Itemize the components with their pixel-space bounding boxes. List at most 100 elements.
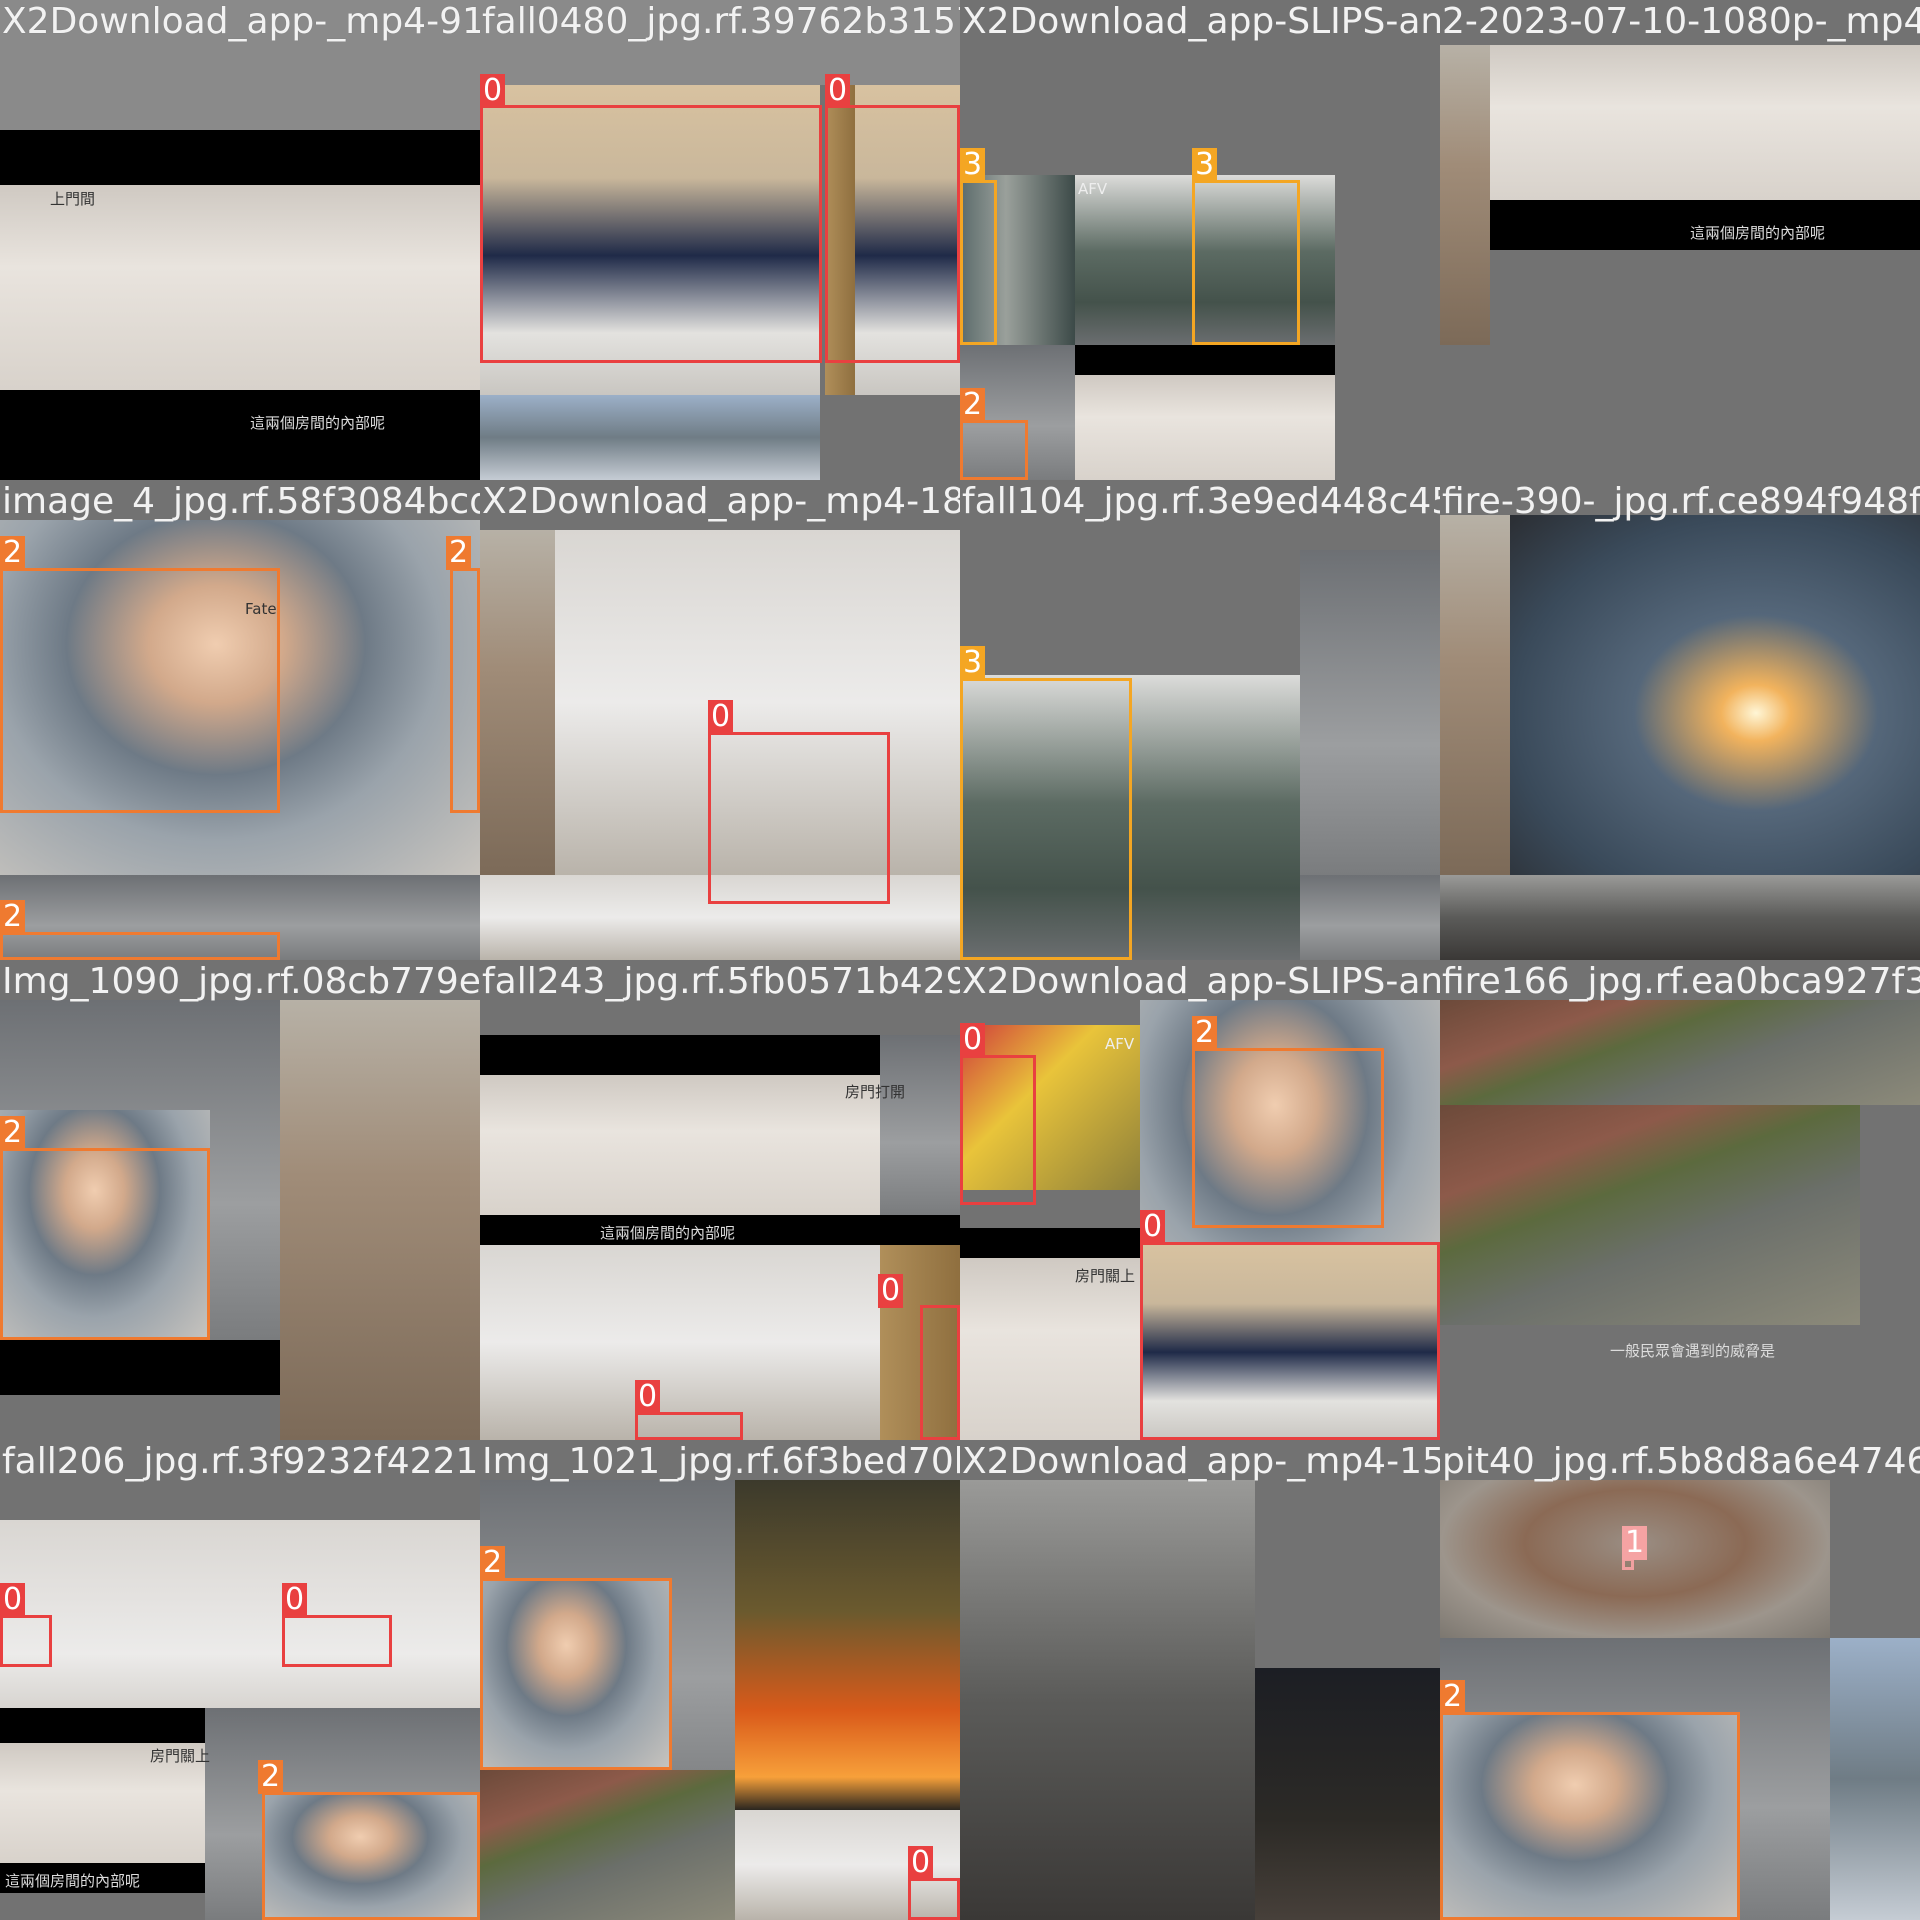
tile-title: X2Download_app-_mp4-91_jpg.rf.1b6ec79: [2, 1, 480, 42]
tile-0: X2Download_app-_mp4-91_jpg.rf.1b6ec79 這兩…: [0, 0, 480, 480]
subtitle-caption: 這兩個房間的內部呢: [1690, 224, 1826, 242]
bbox-label: 0: [908, 1846, 934, 1880]
subtitle-caption: 一般民眾會遇到的威脅是: [1610, 1342, 1776, 1360]
bbox-class-0: [908, 1878, 960, 1920]
bbox-class-0: [920, 1305, 960, 1440]
bbox-class-0: [480, 105, 822, 363]
bbox-class-0: [960, 1055, 1036, 1205]
bbox-label: 0: [708, 700, 734, 734]
letterbox: [960, 1228, 1140, 1258]
bbox-class-0: [0, 1615, 52, 1667]
tile-12: fall206_jpg.rf.3f9232f4221b387e6281b0bf …: [0, 1440, 480, 1920]
bbox-label: 2: [0, 536, 26, 570]
letterbox: [0, 1708, 205, 1743]
bbox-label: 2: [1192, 1016, 1218, 1050]
bedroom-image: [1490, 45, 1920, 200]
hallway-image: [480, 1245, 880, 1440]
mosaic-grid: X2Download_app-_mp4-91_jpg.rf.1b6ec79 這兩…: [0, 0, 1920, 1920]
tile-title: X2Download_app-SLIPS-and-Falls-That-Can: [962, 1, 1440, 42]
bbox-class-2: [1440, 1712, 1740, 1920]
tile-title: fire166_jpg.rf.ea0bca927f3: [1442, 961, 1920, 1002]
bbox-class-0: [282, 1615, 392, 1667]
brand-watermark: AFV: [1078, 180, 1108, 198]
tile-title: pit40_jpg.rf.5b8d8a6e4746f76d: [1442, 1441, 1920, 1482]
bbox-class-3: [960, 678, 1132, 960]
bbox-label: 2: [0, 1116, 26, 1150]
bbox-label: 2: [258, 1760, 284, 1794]
tile-8: Img_1090_jpg.rf.08cb779e2133f43ffe093967…: [0, 960, 480, 1440]
tile-10: X2Download_app-SLIPS-and-Falls-That-Can …: [960, 960, 1440, 1440]
firefighter-image: [880, 1035, 960, 1215]
letterbox-top: [480, 1035, 880, 1075]
tile-title: fall206_jpg.rf.3f9232f4221b387e6281b0bf: [2, 1441, 480, 1482]
bbox-class-2: [0, 932, 280, 960]
letterbox-top: [0, 130, 480, 185]
tile-title: X2Download_app-SLIPS-and-Falls-That-Can: [962, 961, 1440, 1002]
room-image: [1300, 550, 1440, 875]
bbox-class-0: [708, 732, 890, 904]
room-sign: 房門關上: [1075, 1267, 1136, 1285]
outdoor-strip: [480, 530, 555, 875]
bedroom-image: [1075, 375, 1335, 480]
bbox-label: 2: [1440, 1680, 1466, 1714]
subtitle-caption: 這兩個房間的內部呢: [600, 1224, 736, 1242]
tile-3: 2-2023-07-10-1080p-_mp4-2 這兩個房間的內部呢: [1440, 0, 1920, 480]
tile-15: pit40_jpg.rf.5b8d8a6e4746f76d 1 2: [1440, 1440, 1920, 1920]
room-image-lower: [1300, 875, 1440, 960]
aerial-road-image: [1440, 1105, 1860, 1325]
tile-title: fire-390-_jpg.rf.ce894f948f: [1442, 481, 1920, 522]
subtitle-caption: 這兩個房間的內部呢: [5, 1872, 141, 1890]
bbox-label: 0: [282, 1583, 308, 1617]
bbox-label: 0: [1140, 1210, 1166, 1244]
subtitle-caption: 這兩個房間的內部呢: [250, 414, 386, 432]
bbox-class-2: [262, 1792, 480, 1920]
bbox-label: 0: [825, 74, 851, 108]
tile-4: image_4_jpg.rf.58f3084bcd8a2a4987b168ee …: [0, 480, 480, 960]
tile-6: fall104_jpg.rf.3e9ed448c455e7e396d3536f …: [960, 480, 1440, 960]
tile-14: X2Download_app-_mp4-15_jpg.rf.db3783: [960, 1440, 1440, 1920]
night-city-image: [1255, 1668, 1440, 1920]
bbox-label: 3: [960, 148, 986, 182]
fire-image: [1510, 515, 1920, 875]
aerial-road-image: [480, 1770, 735, 1920]
bbox-class-2: [0, 1148, 210, 1340]
tile-13: Img_1021_jpg.rf.6f3bed70b86f27ec44080b4b…: [480, 1440, 960, 1920]
tile-title: fall0480_jpg.rf.39762b3157afc321821e6ad7…: [482, 1, 960, 42]
trees-image: [480, 395, 820, 480]
bedroom-image: [480, 1075, 880, 1215]
tile-title: Img_1090_jpg.rf.08cb779e2133f43ffe093967…: [2, 961, 480, 1002]
padding-region: [1440, 875, 1920, 960]
bbox-label: 0: [480, 74, 506, 108]
room-sign: 房門關上: [150, 1747, 211, 1765]
smoke-image: [960, 1480, 1255, 1920]
bbox-label: 3: [1192, 148, 1218, 182]
fire-aerial-image: [1440, 1000, 1920, 1105]
bbox-class-0: [635, 1412, 743, 1440]
tile-title: fall243_jpg.rf.5fb0571b4292c1a066d4f400: [482, 961, 960, 1002]
tile-title: X2Download_app-_mp4-182_jpg.rf.1197f0299: [482, 481, 960, 522]
bbox-class-2: [1192, 1048, 1384, 1228]
tile-title: image_4_jpg.rf.58f3084bcd8a2a4987b168ee: [2, 481, 480, 522]
bbox-label: 0: [0, 1583, 26, 1617]
tile-title: 2-2023-07-10-1080p-_mp4-2: [1442, 1, 1920, 42]
bbox-label: 2: [446, 536, 472, 570]
bbox-label: 2: [480, 1546, 506, 1580]
tile-title: X2Download_app-_mp4-15_jpg.rf.db3783: [962, 1441, 1440, 1482]
letterbox-bottom: [0, 390, 480, 480]
tile-1: fall0480_jpg.rf.39762b3157afc321821e6ad7…: [480, 0, 960, 480]
letterbox: [0, 1340, 280, 1395]
tile-title: fall104_jpg.rf.3e9ed448c455e7e396d3536f: [962, 481, 1440, 522]
bbox-label: 0: [635, 1380, 661, 1414]
tile-9: fall243_jpg.rf.5fb0571b4292c1a066d4f400 …: [480, 960, 960, 1440]
bbox-class-2: [480, 1578, 672, 1770]
tile-11: fire166_jpg.rf.ea0bca927f3 一般民眾會遇到的威脅是: [1440, 960, 1920, 1440]
bbox-label: 1: [1622, 1526, 1648, 1560]
tile-7: fire-390-_jpg.rf.ce894f948f: [1440, 480, 1920, 960]
outdoor-image: [280, 1000, 480, 1440]
outdoor-strip: [1830, 1638, 1920, 1920]
bbox-class-2: [450, 568, 480, 813]
fire-image: [735, 1480, 960, 1810]
bbox-label: 2: [0, 900, 26, 934]
bbox-class-2: [960, 420, 1028, 480]
brand-watermark: AFV: [1105, 1035, 1135, 1053]
